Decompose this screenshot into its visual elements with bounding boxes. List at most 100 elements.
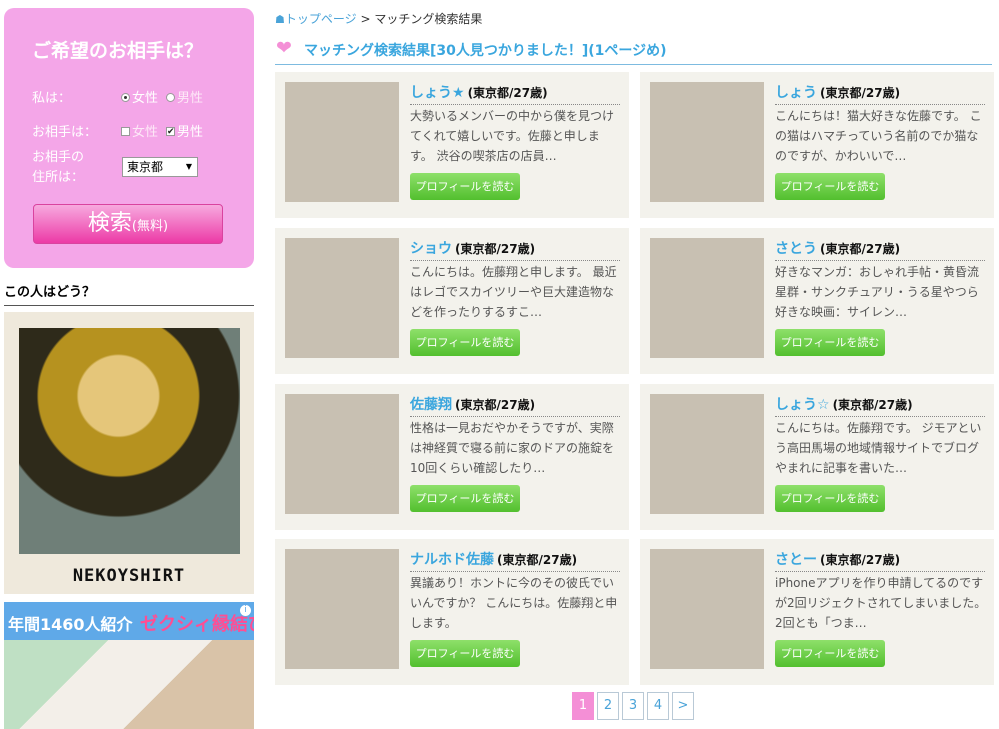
profile-description: こんにちは。佐藤翔と申します。 最近はレゴでスカイツリーや巨大建造物などを作った… xyxy=(410,265,617,319)
profile-meta: (東京都/27歳) xyxy=(820,553,901,567)
profile-photo[interactable] xyxy=(285,238,399,358)
advertisement[interactable]: 年間1460人紹介 ゼクシィ縁結び i xyxy=(4,602,254,729)
dropdown-arrow-icon: ▼ xyxy=(185,162,192,171)
profile-card: ナルホド佐藤 (東京都/27歳) 異議あり！ホントに今のその彼氏でいいんですか？ … xyxy=(275,539,629,685)
profile-description: 大勢いるメンバーの中から僕を見つけてくれて嬉しいです。佐藤と申します。 渋谷の喫… xyxy=(410,109,615,163)
profile-card: ショウ (東京都/27歳) こんにちは。佐藤翔と申します。 最近はレゴでスカイツリ… xyxy=(275,228,629,374)
profile-name-link[interactable]: ショウ xyxy=(410,241,452,257)
profile-photo[interactable] xyxy=(650,394,764,514)
profile-name-link[interactable]: さとー xyxy=(775,552,817,568)
info-icon[interactable]: i xyxy=(239,604,252,617)
read-profile-button[interactable]: プロフィールを読む xyxy=(410,485,520,512)
address-row: お相手の 住所は： 東京都 ▼ xyxy=(32,148,198,188)
profile-photo[interactable] xyxy=(285,549,399,669)
self-male-radio[interactable]: 男性 xyxy=(166,87,203,106)
ad-photo xyxy=(4,640,254,729)
profile-meta: (東京都/27歳) xyxy=(467,86,548,100)
partner-label: お相手は： xyxy=(32,125,98,140)
read-profile-button[interactable]: プロフィールを読む xyxy=(410,329,520,356)
profile-photo[interactable] xyxy=(285,82,399,202)
profile-photo[interactable] xyxy=(285,394,399,514)
address-select[interactable]: 東京都 ▼ xyxy=(122,157,198,177)
self-label: 私は： xyxy=(32,91,72,106)
ad-text: 年間1460人紹介 xyxy=(8,615,133,634)
featured-title: この人はどう？ xyxy=(4,281,254,306)
self-gender-row: 私は： 女性 男性 xyxy=(32,87,203,106)
profile-meta: (東京都/27歳) xyxy=(832,398,913,412)
ad-brand: ゼクシィ縁結び xyxy=(140,614,254,635)
results-heading-text: マッチング検索結果[30人見つかりました！](1ページめ) xyxy=(304,43,667,59)
partner-male-checkbox[interactable]: ✔ 男性 xyxy=(166,121,203,140)
page-3-button[interactable]: 3 xyxy=(622,692,644,720)
read-profile-button[interactable]: プロフィールを読む xyxy=(410,640,520,667)
profile-card: さとう (東京都/27歳) 好きなマンガ：おしゃれ手帖・黄昏流星群・サンクチュアリ… xyxy=(640,228,994,374)
profile-description: iPhoneアプリを作り申請してるのですが2回リジェクトされてしまいました。2回… xyxy=(775,576,987,630)
radio-icon xyxy=(166,93,175,102)
radio-selected-icon xyxy=(121,93,130,102)
profile-description: 性格は一見おだやかそうですが、実際は神経質で寝る前に家のドアの施錠を10回くらい… xyxy=(410,421,615,475)
checkbox-checked-icon: ✔ xyxy=(166,127,175,137)
ad-banner: 年間1460人紹介 ゼクシィ縁結び i xyxy=(4,602,254,640)
sidebar: ご希望のお相手は？ 私は： 女性 男性 お相手は： 女性 ✔ 男性 お相手の 住所… xyxy=(4,8,254,729)
profile-photo[interactable] xyxy=(650,82,764,202)
profile-description: こんにちは。佐藤翔です。 ジモアという高田馬場の地域情報サイトでブログやまれに記… xyxy=(775,421,982,475)
profile-heading: ショウ (東京都/27歳) xyxy=(410,238,620,261)
profile-name-link[interactable]: 佐藤翔 xyxy=(410,397,452,413)
profile-name-link[interactable]: しょう★ xyxy=(410,85,465,101)
profile-description: 好きなマンガ：おしゃれ手帖・黄昏流星群・サンクチュアリ・うる星やつら 好きな映画… xyxy=(775,265,980,319)
profile-meta: (東京都/27歳) xyxy=(497,553,578,567)
profile-card: 佐藤翔 (東京都/27歳) 性格は一見おだやかそうですが、実際は神経質で寝る前に家… xyxy=(275,384,629,530)
search-title: ご希望のお相手は？ xyxy=(32,40,204,62)
profile-photo[interactable] xyxy=(650,549,764,669)
profile-heading: しょう★ (東京都/27歳) xyxy=(410,82,620,105)
page-4-button[interactable]: 4 xyxy=(647,692,669,720)
home-icon: ☗ xyxy=(275,13,285,26)
profile-name-link[interactable]: さとう xyxy=(775,241,817,257)
self-female-radio[interactable]: 女性 xyxy=(121,87,158,106)
profile-heading: さとー (東京都/27歳) xyxy=(775,549,985,572)
profile-name-link[interactable]: ナルホド佐藤 xyxy=(410,552,494,568)
profile-heading: さとう (東京都/27歳) xyxy=(775,238,985,261)
profile-description: 異議あり！ホントに今のその彼氏でいいんですか？ こんにちは。佐藤翔と申します。 xyxy=(410,576,618,630)
profile-card: しょう☆ (東京都/27歳) こんにちは。佐藤翔です。 ジモアという高田馬場の地域… xyxy=(640,384,994,530)
profile-description: こんにちは！猫大好きな佐藤です。 この猫はハマチっていう名前のでか猫なのですが、… xyxy=(775,109,982,163)
search-panel: ご希望のお相手は？ 私は： 女性 男性 お相手は： 女性 ✔ 男性 お相手の 住所… xyxy=(4,8,254,268)
profile-card: さとー (東京都/27歳) iPhoneアプリを作り申請してるのですが2回リジェク… xyxy=(640,539,994,685)
page-2-button[interactable]: 2 xyxy=(597,692,619,720)
profile-meta: (東京都/27歳) xyxy=(455,242,536,256)
featured-photo xyxy=(19,328,240,554)
profile-heading: ナルホド佐藤 (東京都/27歳) xyxy=(410,549,620,572)
breadcrumb-current: マッチング検索結果 xyxy=(374,12,483,26)
featured-profile[interactable]: NEKOYSHIRT xyxy=(4,312,254,594)
address-label-line1: お相手の xyxy=(32,150,85,165)
read-profile-button[interactable]: プロフィールを読む xyxy=(775,173,885,200)
profile-name-link[interactable]: しょう☆ xyxy=(775,397,830,413)
profile-meta: (東京都/27歳) xyxy=(455,398,536,412)
profile-photo[interactable] xyxy=(650,238,764,358)
heart-icon: ❤ xyxy=(276,37,292,59)
results-heading: ❤ マッチング検索結果[30人見つかりました！](1ページめ) xyxy=(275,37,992,65)
profile-name-link[interactable]: しょう xyxy=(775,85,817,101)
read-profile-button[interactable]: プロフィールを読む xyxy=(775,329,885,356)
breadcrumb-home-link[interactable]: トップページ xyxy=(285,12,357,26)
read-profile-button[interactable]: プロフィールを読む xyxy=(775,640,885,667)
partner-female-checkbox[interactable]: 女性 xyxy=(121,121,158,140)
search-button[interactable]: 検索(無料) xyxy=(33,204,223,244)
page-1-button[interactable]: 1 xyxy=(572,692,594,720)
profile-card: しょう (東京都/27歳) こんにちは！猫大好きな佐藤です。 この猫はハマチってい… xyxy=(640,72,994,218)
featured-signature: NEKOYSHIRT xyxy=(72,566,186,586)
breadcrumb-separator: > xyxy=(360,12,371,26)
partner-gender-row: お相手は： 女性 ✔ 男性 xyxy=(32,121,203,140)
breadcrumb: ☗トップページ > マッチング検索結果 xyxy=(275,10,482,27)
checkbox-icon xyxy=(121,127,130,136)
profile-heading: 佐藤翔 (東京都/27歳) xyxy=(410,394,620,417)
profile-meta: (東京都/27歳) xyxy=(820,242,901,256)
read-profile-button[interactable]: プロフィールを読む xyxy=(410,173,520,200)
address-label-line2: 住所は： xyxy=(32,170,85,185)
profile-heading: しょう (東京都/27歳) xyxy=(775,82,985,105)
next-page-button[interactable]: > xyxy=(672,692,694,720)
read-profile-button[interactable]: プロフィールを読む xyxy=(775,485,885,512)
profile-card: しょう★ (東京都/27歳) 大勢いるメンバーの中から僕を見つけてくれて嬉しいです… xyxy=(275,72,629,218)
profile-meta: (東京都/27歳) xyxy=(820,86,901,100)
profile-heading: しょう☆ (東京都/27歳) xyxy=(775,394,985,417)
